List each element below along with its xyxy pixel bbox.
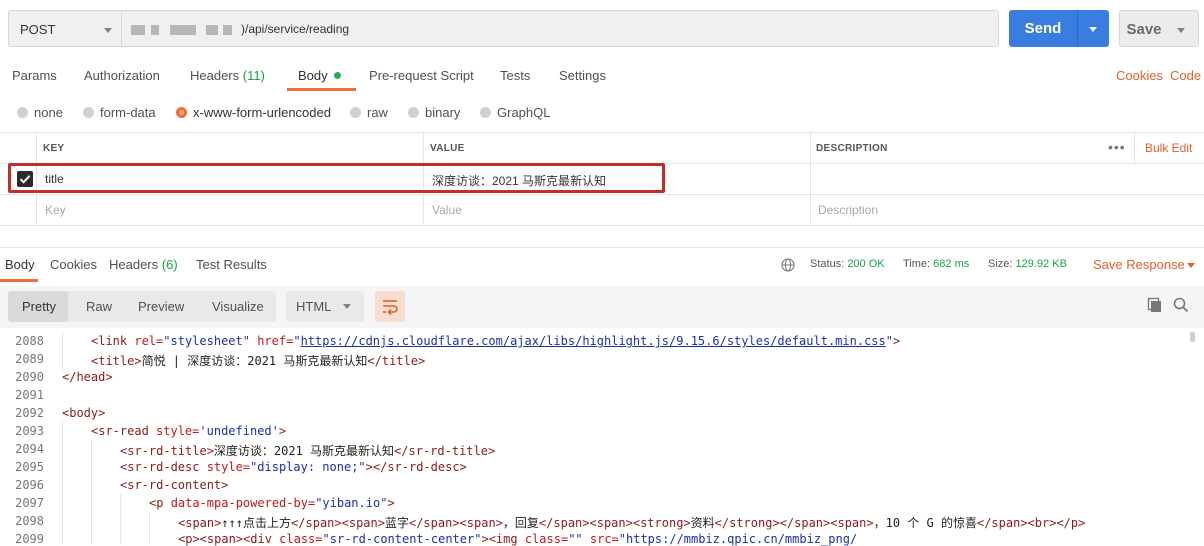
radio-form-data[interactable]: form-data (83, 105, 156, 120)
redacted-url-part (206, 25, 218, 35)
send-label: Send (1024, 20, 1062, 37)
line-number: 2097 (15, 496, 44, 510)
tab-params[interactable]: Params (12, 68, 57, 83)
code-line: <sr-rd-desc style="display: none;"></sr-… (120, 460, 467, 474)
method-select[interactable]: POST (8, 10, 122, 47)
globe-icon[interactable] (781, 258, 795, 272)
chevron-down-icon (104, 28, 112, 33)
more-horizontal-icon[interactable]: ••• (1108, 139, 1126, 155)
line-number: 2095 (15, 460, 44, 474)
view-raw[interactable]: Raw (86, 299, 112, 314)
column-key-header: KEY (43, 143, 65, 154)
copy-icon[interactable] (1147, 297, 1163, 313)
view-preview[interactable]: Preview (138, 299, 184, 314)
bulk-edit-link[interactable]: Bulk Edit (1145, 141, 1192, 155)
status-readout: Status: 200 OK (810, 258, 885, 270)
code-line: <sr-rd-title>深度访谈：2021 马斯克最新认知</sr-rd-ti… (120, 444, 496, 458)
search-icon[interactable] (1173, 297, 1189, 313)
response-tab-cookies[interactable]: Cookies (50, 257, 97, 272)
wrap-lines-button[interactable] (375, 291, 405, 322)
line-number: 2099 (15, 532, 44, 546)
radio-x-www-form-urlencoded[interactable]: x-www-form-urlencoded (176, 105, 331, 120)
active-tab-indicator (287, 88, 356, 91)
radio-graphql[interactable]: GraphQL (480, 105, 550, 120)
code-line: <body> (62, 406, 106, 420)
line-number: 2093 (15, 424, 44, 438)
response-active-tab-indicator (0, 279, 38, 282)
scrollbar-thumb[interactable] (1190, 332, 1195, 342)
language-select[interactable]: HTML (286, 291, 364, 322)
line-number: 2088 (15, 334, 44, 348)
line-number: 2089 (15, 352, 44, 366)
redacted-url-part (223, 25, 232, 35)
size-value: 129.92 KB (1015, 258, 1067, 270)
redacted-url-part (131, 25, 145, 35)
view-pretty[interactable]: Pretty (22, 299, 56, 314)
description-input[interactable]: Description (818, 203, 878, 217)
cookies-link[interactable]: Cookies (1116, 68, 1163, 83)
code-link[interactable]: Code (1170, 68, 1201, 83)
redacted-url-part (151, 25, 159, 35)
code-line: <title>简悦 | 深度访谈：2021 马斯克最新认知</title> (91, 354, 426, 368)
line-number: 2094 (15, 442, 44, 456)
wrap-lines-icon (383, 300, 398, 316)
key-input[interactable]: Key (45, 203, 66, 217)
code-line: <p data-mpa-powered-by="yiban.io"> (149, 496, 395, 510)
line-number: 2092 (15, 406, 44, 420)
value-input[interactable]: Value (432, 203, 462, 217)
tab-tests[interactable]: Tests (500, 68, 530, 83)
response-tab-test-results[interactable]: Test Results (196, 257, 267, 272)
save-options-chevron-icon[interactable] (1177, 28, 1185, 33)
highlight-box (8, 163, 665, 193)
chevron-down-icon (343, 304, 351, 309)
send-options-chevron-icon[interactable] (1089, 27, 1097, 32)
headers-count: (11) (242, 68, 265, 83)
size-readout: Size: 129.92 KB (988, 258, 1067, 270)
save-response-button[interactable]: Save Response (1093, 257, 1185, 272)
stylesheet-link[interactable]: https://cdnjs.cloudflare.com/ajax/libs/h… (301, 334, 886, 348)
code-line: <sr-read style='undefined'> (91, 424, 287, 438)
code-line: </head> (62, 370, 113, 384)
radio-none[interactable]: none (17, 105, 63, 120)
status-value: 200 OK (847, 258, 885, 270)
code-line: <p><span><div class="sr-rd-content-cente… (178, 532, 858, 546)
column-description-header: DESCRIPTION (816, 143, 888, 154)
radio-binary[interactable]: binary (408, 105, 460, 120)
line-number: 2090 (15, 370, 44, 384)
body-active-dot-icon (333, 72, 341, 79)
save-button[interactable]: Save (1119, 10, 1199, 47)
time-readout: Time: 682 ms (903, 258, 970, 270)
line-number: 2098 (15, 514, 44, 528)
tab-pre-request-script[interactable]: Pre-request Script (369, 68, 474, 83)
code-line: <sr-rd-content> (120, 478, 229, 492)
response-tab-body[interactable]: Body (5, 257, 35, 272)
redacted-url-part (170, 25, 196, 35)
url-input[interactable]: )/api/service/reading (122, 10, 999, 47)
radio-raw[interactable]: raw (350, 105, 388, 120)
time-value: 682 ms (933, 258, 970, 270)
method-label: POST (20, 22, 56, 37)
save-label: Save (1126, 21, 1162, 38)
send-button[interactable]: Send (1009, 10, 1109, 47)
column-value-header: VALUE (430, 143, 465, 154)
tab-headers[interactable]: Headers (11) (190, 68, 265, 83)
line-number: 2091 (15, 388, 44, 402)
url-text: )/api/service/reading (241, 22, 350, 36)
response-tab-headers[interactable]: Headers (6) (109, 257, 178, 272)
save-response-chevron-icon[interactable] (1187, 263, 1195, 268)
view-visualize[interactable]: Visualize (212, 299, 264, 314)
language-label: HTML (296, 299, 332, 314)
code-line: <link rel="stylesheet" href="https://cdn… (91, 334, 901, 348)
code-line: <span>↑↑↑点击上方</span><span>蓝字</span><span… (178, 516, 1086, 530)
tab-body[interactable]: Body (298, 68, 341, 83)
response-code-view[interactable]: 2088 2089 2090 2091 2092 2093 2094 2095 … (0, 332, 1204, 546)
tab-authorization[interactable]: Authorization (84, 68, 160, 83)
line-number: 2096 (15, 478, 44, 492)
tab-settings[interactable]: Settings (559, 68, 606, 83)
